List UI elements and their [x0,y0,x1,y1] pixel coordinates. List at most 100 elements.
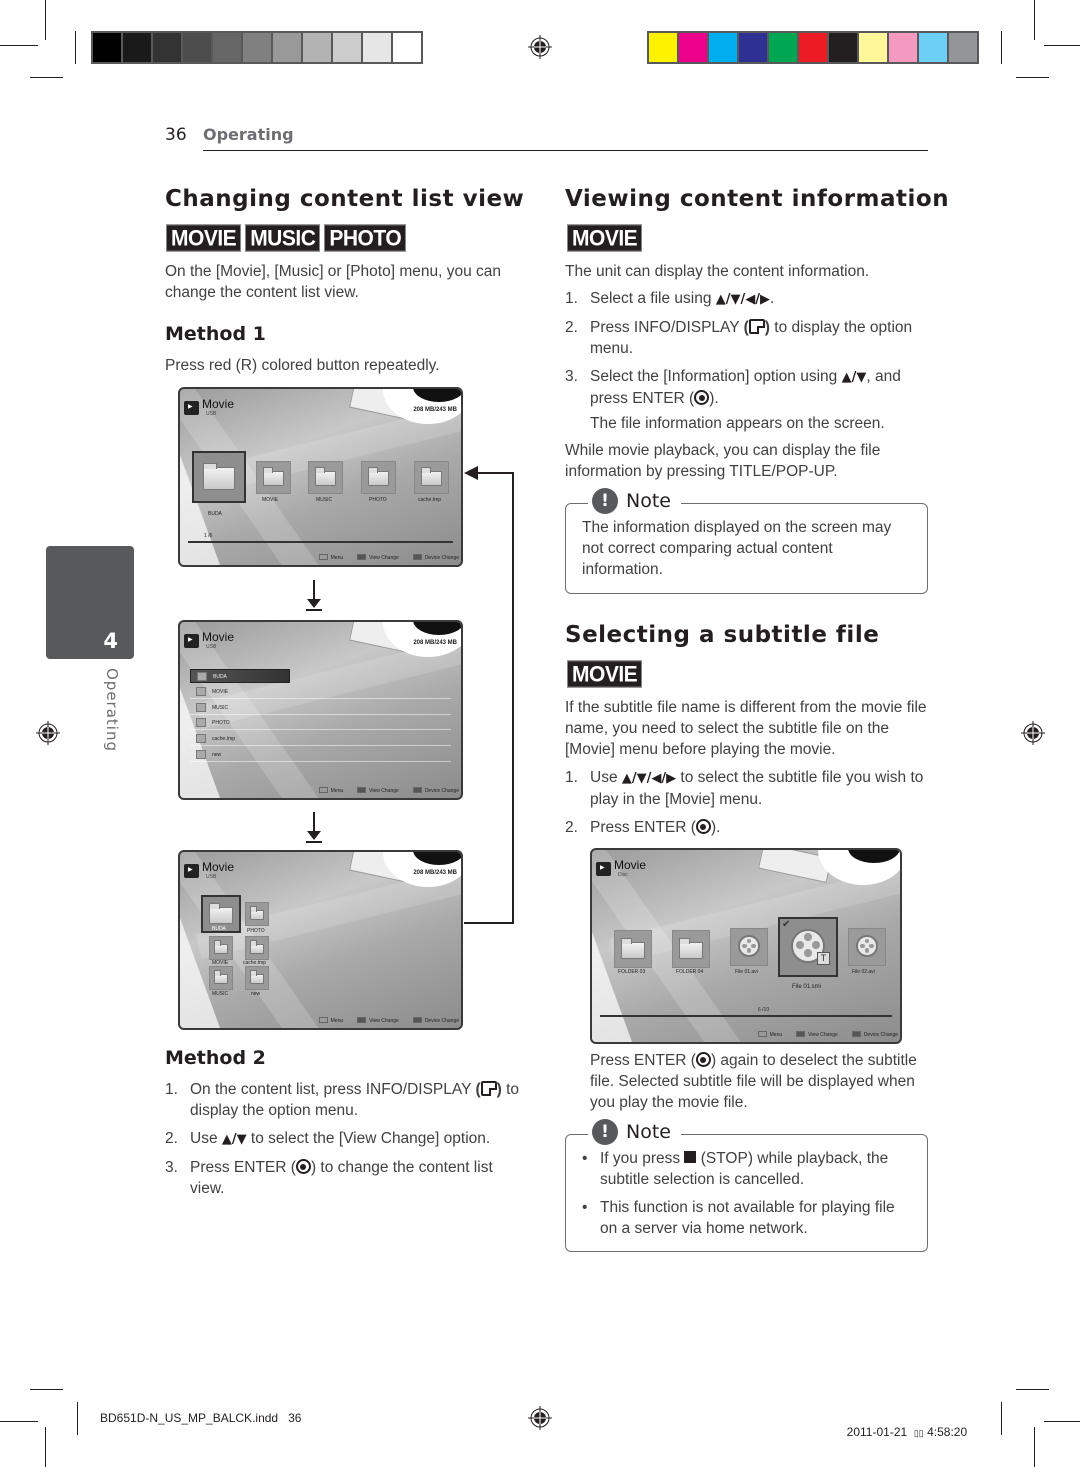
folder-label: BUDA [212,926,226,932]
chapter-label: Operating [103,668,121,752]
folder-label: MUSIC [316,497,333,503]
subtitle-file-tile-selected[interactable]: T ✔ [778,917,838,977]
folder-icon [249,969,265,985]
page-number: 36 [165,125,187,145]
folder-label: PHOTO [247,928,265,934]
playback-info-text: While movie playback, you can display th… [565,442,881,480]
gray-swatch [273,33,301,62]
shot-footer: Menu View Change Device Change [318,1017,459,1024]
source-label: USB [206,644,217,650]
registration-mark-icon [1021,721,1045,745]
color-swatch [799,33,827,62]
folder-label: MUSIC [212,991,229,997]
progress-bar [188,541,453,543]
app-title: Movie [202,860,235,874]
info-display-icon [480,1081,497,1096]
step: 2. Press ENTER (). [565,819,721,836]
color-swatch [739,33,767,62]
movie-file-tile[interactable] [730,928,768,966]
folder-tile[interactable] [245,936,269,960]
badge-movie: MOVIE [567,224,643,252]
folder-tile[interactable] [308,461,343,494]
list-row-selected[interactable]: BUDA [190,669,290,683]
color-swatch [889,33,917,62]
list-row[interactable]: MOVIE [190,685,451,699]
folder-icon [367,467,390,487]
crop-mark [1016,1389,1049,1390]
up-down-arrows-icon: ▲/▼ [221,1132,247,1147]
crop-mark [1001,31,1002,64]
stop-icon [684,1151,697,1163]
folder-tile[interactable] [245,902,269,926]
color-swatch [949,33,977,62]
deselect-text: Press ENTER () again to deselect the sub… [590,1052,917,1111]
screenshot-thumbnail-view: 208 MB/243 MB Movie USB BUDA MOVIE MUSIC… [178,387,463,567]
folder-label: cache.tmp [418,497,442,503]
folder-icon [249,939,265,955]
section-title-content-information: Viewing content information [565,186,950,212]
registration-mark-icon [528,1406,552,1430]
gray-swatch [243,33,271,62]
folder-tile[interactable] [209,966,233,990]
folder-label: MOVIE [262,497,279,503]
up-down-arrows-icon: ▲/▼ [841,370,867,385]
folder-label: FOLDER 03 [618,969,646,975]
badge-movie: MOVIE [166,224,242,252]
crop-mark [45,1427,46,1467]
folder-tile-selected[interactable] [192,451,246,503]
list-row[interactable]: MUSIC [190,701,451,715]
folder-icon [196,750,206,759]
crop-mark [1034,1427,1035,1467]
gray-swatch [123,33,151,62]
info-display-icon [748,319,765,334]
folder-icon [196,703,206,712]
list-row[interactable]: PHOTO [190,716,451,730]
folder-icon [196,687,206,696]
crop-mark [77,1402,78,1435]
list-row[interactable]: cache.tmp [190,732,451,746]
folder-tile[interactable] [672,930,710,968]
list-row[interactable]: new [190,748,451,762]
note-list: If you press (STOP) while playback, the … [582,1148,915,1239]
registration-mark-icon [528,35,552,59]
crop-mark [0,1421,38,1422]
subtitle-steps: 1. Use ▲/▼/◀/▶ to select the subtitle fil… [565,767,930,845]
subtitle-t-icon: T [817,952,830,965]
folder-tile[interactable] [414,461,449,494]
folder-label: PHOTO [369,497,387,503]
gray-swatch [363,33,391,62]
chapter-tab: 4 [46,546,134,659]
folder-tile[interactable] [614,930,652,968]
crop-mark [1001,1402,1002,1435]
movie-app-icon [184,864,199,878]
folder-tile[interactable] [209,936,233,960]
movie-file-tile[interactable] [848,928,886,966]
shot-footer: Menu View Change Device Change [757,1031,898,1038]
crop-mark [30,77,63,78]
step: 1. On the content list, press INFO/DISPLA… [165,1081,520,1119]
badge-movie: MOVIE [567,660,643,688]
down-arrow-icon [306,580,322,611]
movie-app-icon [596,862,611,876]
gray-swatch [153,33,181,62]
step: 3. Select the [Information] option using … [565,368,901,407]
folder-icon [213,969,229,985]
slug-filename: BD651D-N_US_MP_BALCK.indd 36 [100,1411,302,1425]
note-box: ! Note If you press (STOP) while playback… [565,1119,928,1252]
media-badges: MOVIE MUSIC PHOTO [166,224,407,252]
color-swatch [679,33,707,62]
item-counter: 6 /10 [758,1007,770,1013]
folder-tile[interactable] [361,461,396,494]
folder-tile[interactable] [245,966,269,990]
down-arrow-icon [306,812,322,843]
capacity-readout: 208 MB/243 MB [413,640,457,646]
folder-icon [196,718,206,727]
running-header-section: Operating [203,125,294,144]
folder-tile[interactable] [256,461,291,494]
crop-mark [1044,1421,1080,1422]
crop-mark [1016,77,1049,78]
direction-arrows-icon: ▲/▼/◀/▶ [715,292,771,307]
crop-mark [1034,0,1035,40]
gray-swatch [213,33,241,62]
registration-mark-icon [36,721,60,745]
